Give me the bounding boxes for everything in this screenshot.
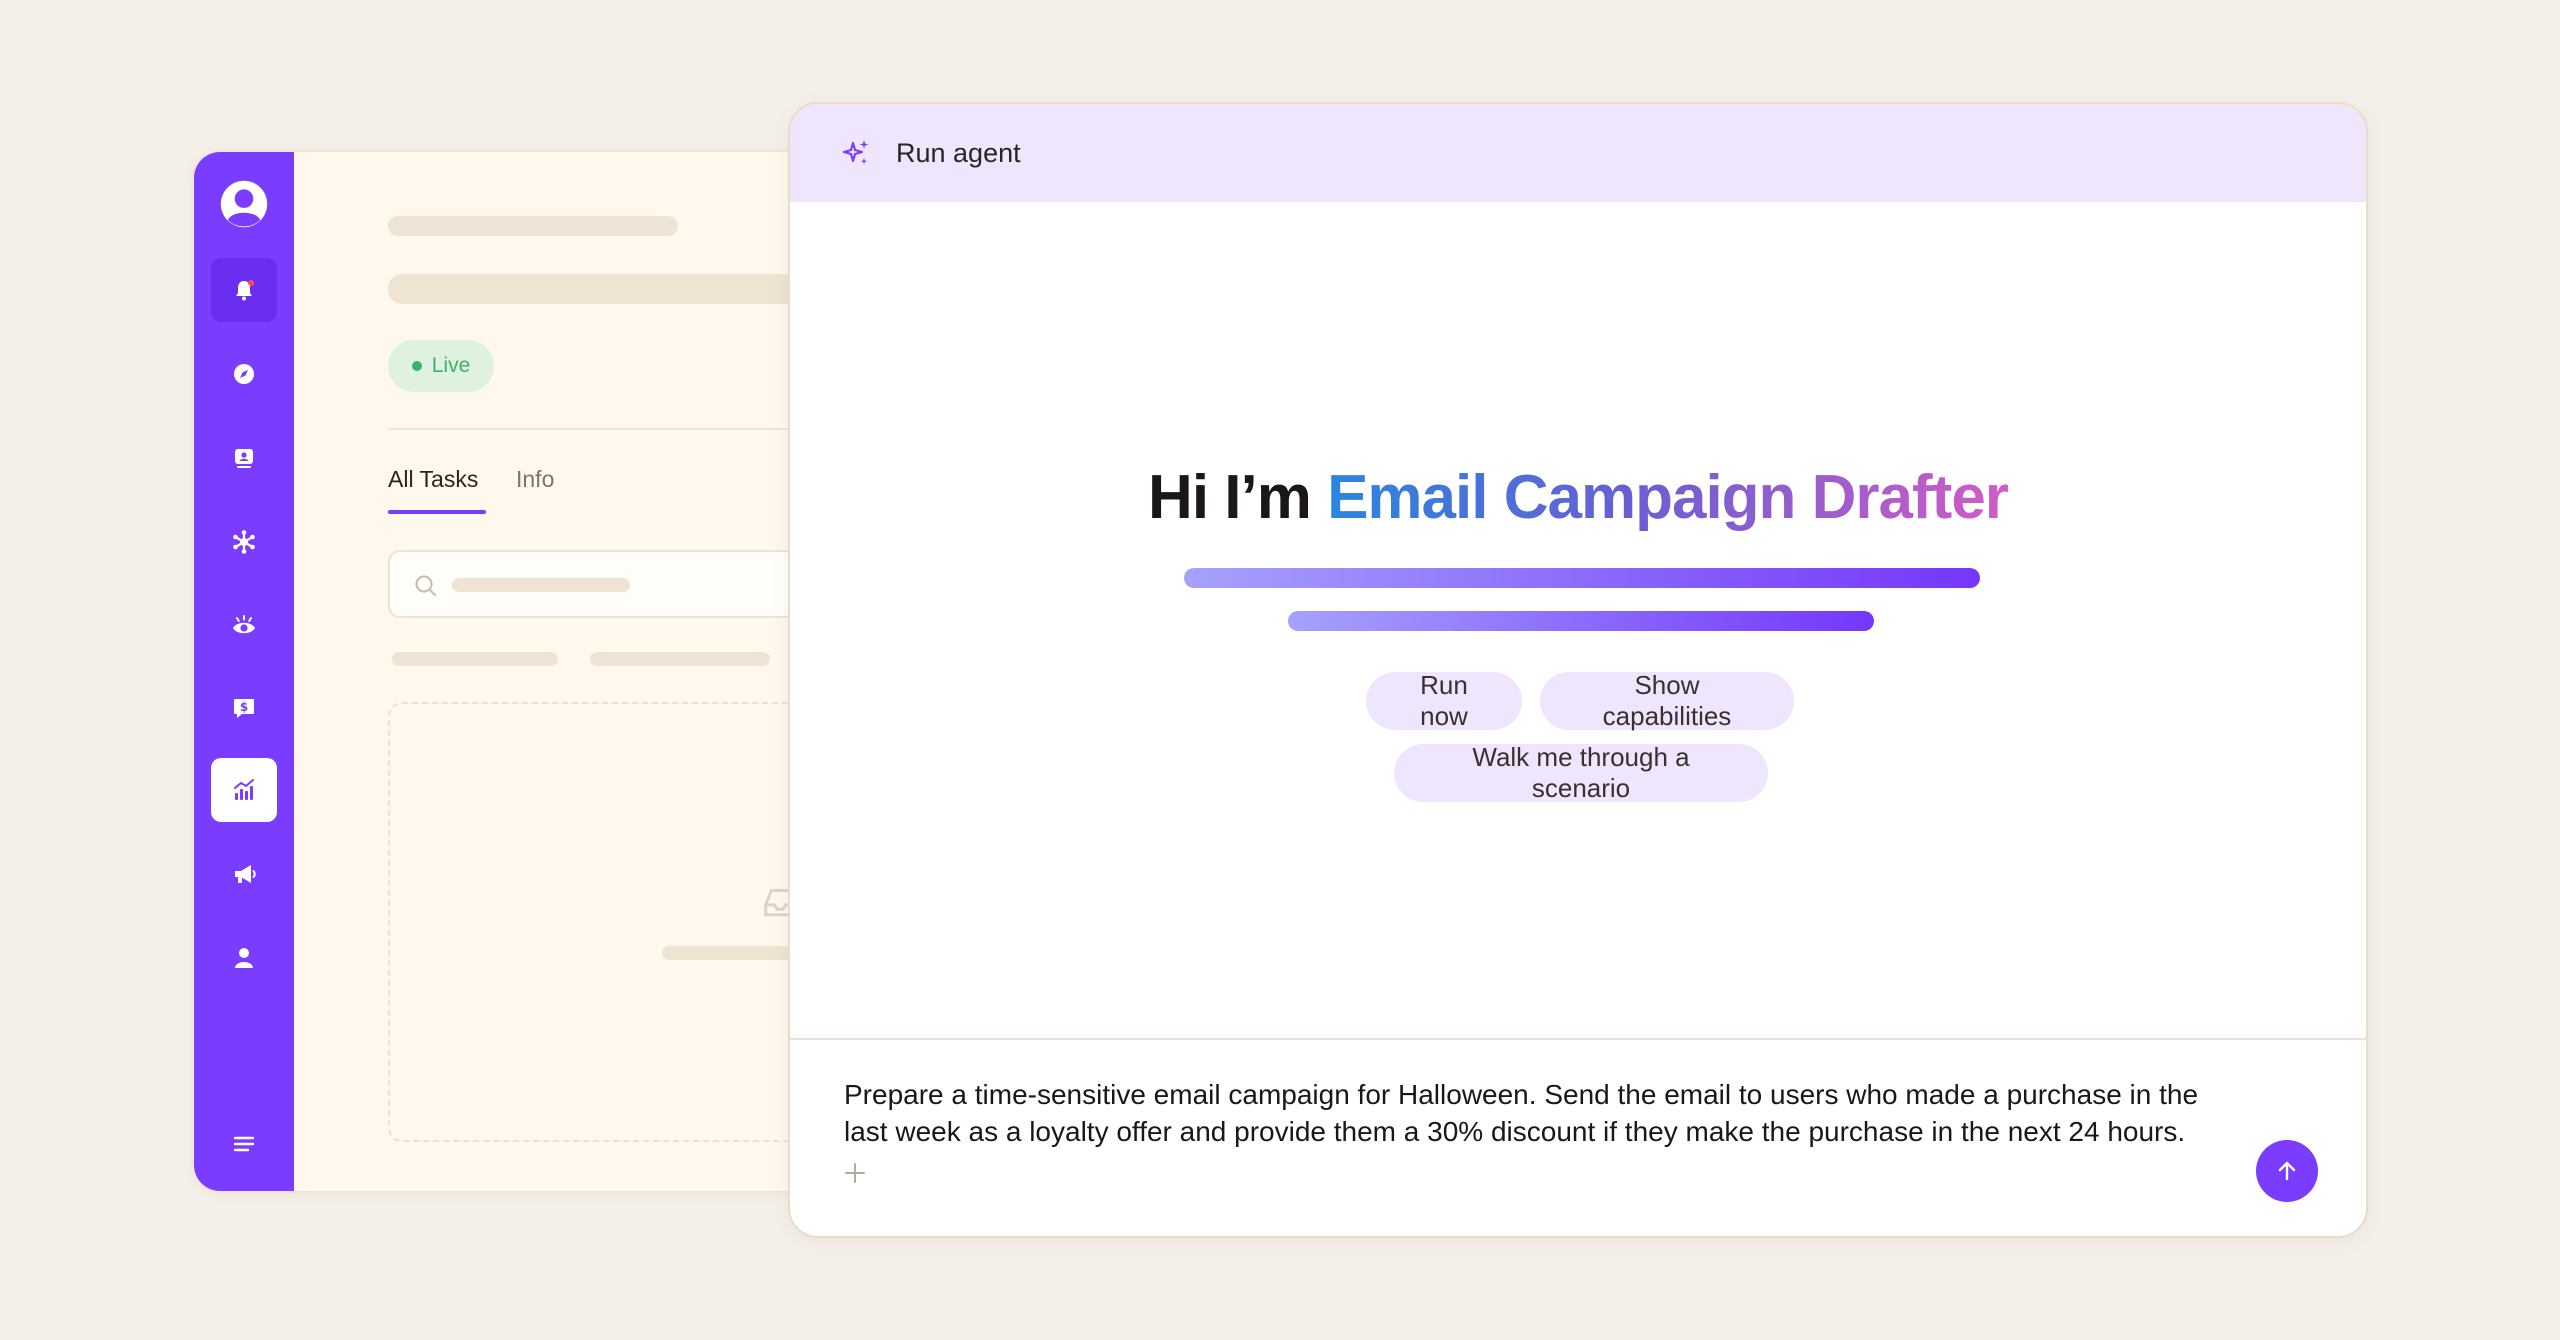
megaphone-icon <box>235 865 256 883</box>
tab-all-tasks[interactable]: All Tasks <box>388 466 478 493</box>
agent-header: Run agent <box>790 104 2366 202</box>
compass-icon <box>234 364 254 384</box>
add-attachment-icon[interactable] <box>842 1160 868 1186</box>
sidebar-menu-button[interactable] <box>211 1112 277 1176</box>
walk-through-scenario-button[interactable]: Walk me through a scenario <box>1394 742 1768 803</box>
description-skeleton-bar <box>1184 568 1980 588</box>
sidebar-item-analytics[interactable] <box>211 758 277 822</box>
status-dot <box>411 361 422 371</box>
network-icon <box>233 530 255 554</box>
run-now-button[interactable]: Run now <box>1366 670 1522 731</box>
user-circle-icon <box>220 180 268 228</box>
status-badge: Live <box>388 340 494 392</box>
sidebar-item-notifications[interactable] <box>211 258 277 322</box>
sidebar: $ <box>194 152 294 1191</box>
greeting-prefix: Hi I’m <box>1148 463 1328 532</box>
active-tab-indicator <box>388 510 486 514</box>
filter-skeleton <box>392 652 558 666</box>
agent-panel: Run agent Hi I’m Email Campaign Drafter … <box>788 102 2368 1238</box>
composer-divider <box>790 1038 2366 1040</box>
dollar-chat-icon: $ <box>234 699 254 718</box>
sidebar-item-billing[interactable]: $ <box>211 676 277 740</box>
person-icon <box>235 948 253 968</box>
bell-icon <box>236 280 254 301</box>
agent-name: Email Campaign Drafter <box>1327 463 2009 532</box>
analytics-chart-icon <box>234 779 254 800</box>
status-label: Live <box>431 354 471 377</box>
tab-info[interactable]: Info <box>516 466 554 493</box>
agent-header-title: Run agent <box>896 137 1021 168</box>
description-skeleton-bar <box>1288 611 1874 631</box>
title-skeleton <box>388 216 678 236</box>
sidebar-item-profile[interactable] <box>211 926 277 990</box>
menu-icon <box>233 1136 255 1152</box>
eye-icon <box>233 615 255 634</box>
show-capabilities-button[interactable]: Show capabilities <box>1540 670 1794 731</box>
sidebar-avatar-button[interactable] <box>211 172 277 236</box>
sidebar-item-explore[interactable] <box>211 342 277 406</box>
contact-card-icon <box>235 449 253 468</box>
sidebar-item-contacts[interactable] <box>211 426 277 490</box>
search-icon <box>415 575 437 597</box>
prompt-input[interactable]: Prepare a time-sensitive email campaign … <box>844 1076 2244 1150</box>
sparkles-icon <box>842 140 869 165</box>
agent-greeting: Hi I’m Email Campaign Drafter <box>790 462 2366 533</box>
sidebar-item-integrations[interactable] <box>211 510 277 574</box>
sidebar-item-campaigns[interactable] <box>211 842 277 906</box>
send-button[interactable] <box>2256 1140 2318 1202</box>
search-placeholder-skeleton <box>452 578 630 592</box>
filter-skeleton <box>590 652 770 666</box>
sidebar-item-monitor[interactable] <box>211 594 277 658</box>
arrow-up-icon <box>2278 1161 2296 1181</box>
svg-text:$: $ <box>240 700 248 714</box>
